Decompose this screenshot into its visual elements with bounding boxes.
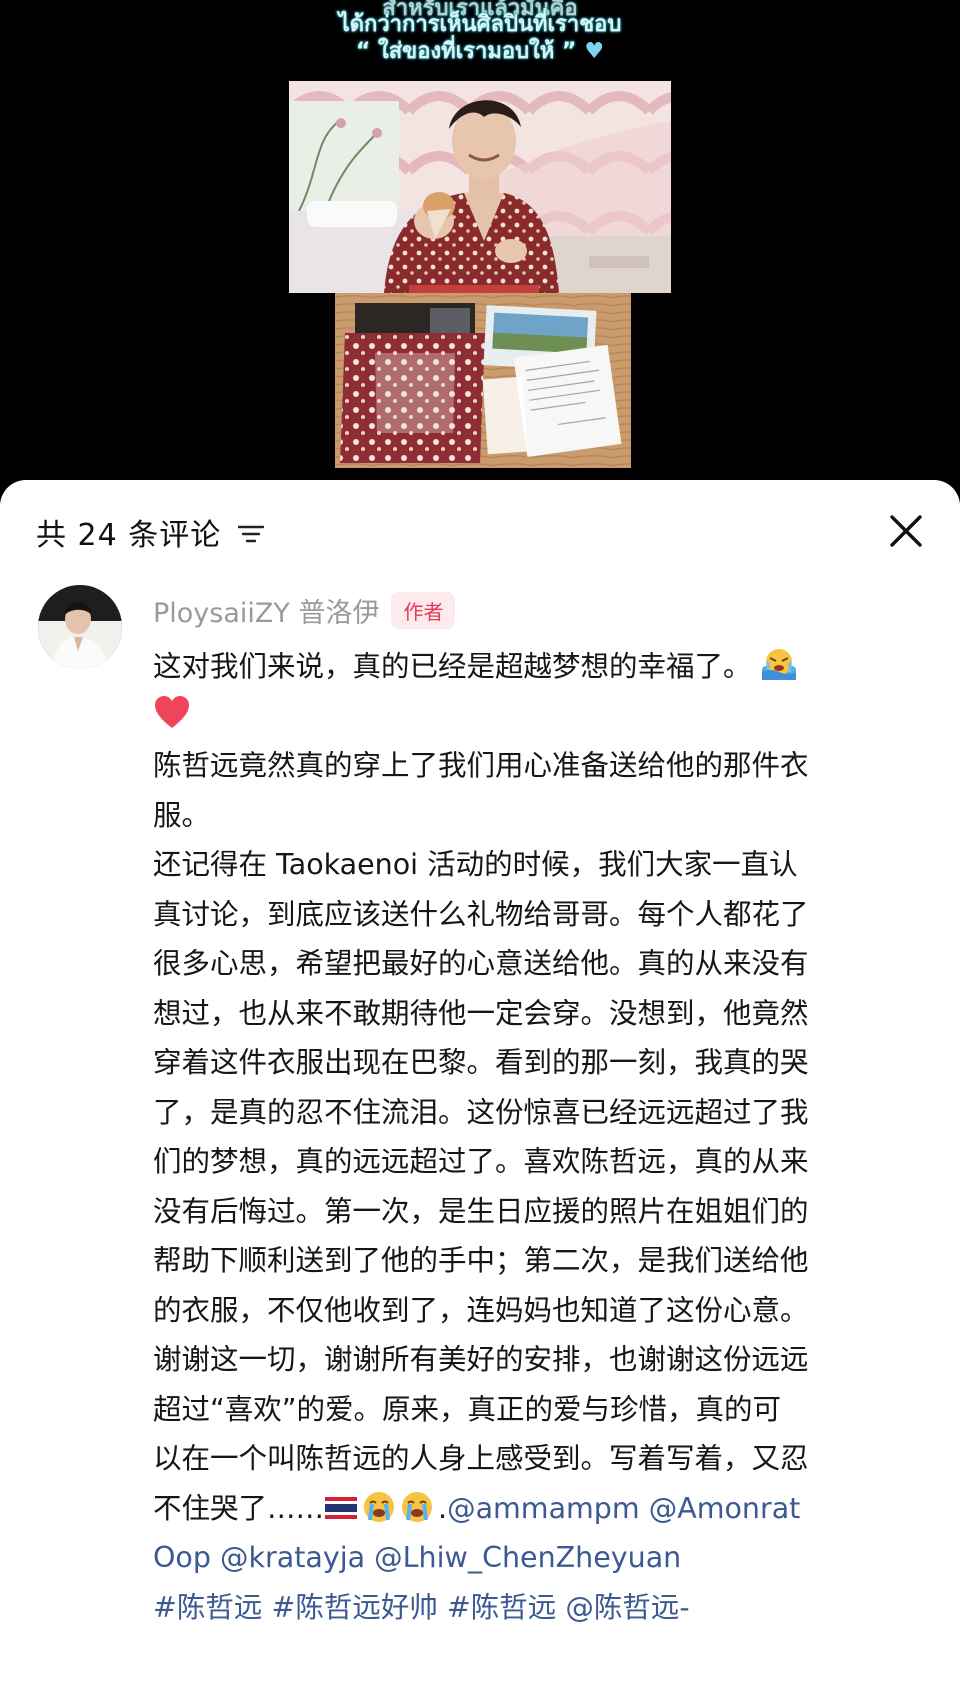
comment-count-label: 共 24 条评论 xyxy=(36,518,222,553)
comment-line-8: 想过，也从来不敢期待他一定会穿。没想到，他竟然 xyxy=(153,996,809,1030)
mention-separator: . xyxy=(438,1491,448,1525)
comment-line-7: 很多心思，希望把最好的心意送给他。真的从来没有 xyxy=(153,947,809,980)
comment-line-14: 的衣服，不仅他收到了，连妈妈也知道了这份心意。 xyxy=(153,1293,809,1327)
comment-line-17: 以在一个叫陈哲远的人身上感受到。写着写着，又忍 xyxy=(153,1442,809,1475)
hashtag-chenzheyuan-handsome[interactable]: #陈哲远好帅 xyxy=(271,1591,437,1624)
sort-icon[interactable] xyxy=(238,524,264,544)
mention-chenzheyuan[interactable]: @陈哲远- xyxy=(565,1591,689,1624)
comments-header: 共 24 条评论 xyxy=(0,480,960,580)
video-caption-line-2-text: “ ใส่ของที่เรามอบให้ ” xyxy=(355,39,577,64)
loudly-crying-face-emoji xyxy=(402,1491,433,1522)
comment-line-20: #陈哲远 #陈哲远好帅 #陈哲远 @陈哲远- xyxy=(153,1583,933,1633)
red-heart-emoji xyxy=(155,695,189,728)
avatar-image xyxy=(38,585,122,669)
comment-line-9: 穿着这件衣服出现在巴黎。看到的那一刻，我真的哭 xyxy=(153,1046,809,1079)
comments-panel: 共 24 条评论 PloysaiiZY 普洛伊 作者 这对我们来说，真的已经是超… xyxy=(0,480,960,1707)
video-caption-line-2: “ ใส่ของที่เรามอบให้ ” ♥ xyxy=(0,33,960,68)
video-photo-man-with-bread xyxy=(289,81,671,293)
comment-line-5: 还记得在 Taokaenoi 活动的时候，我们大家一直认 xyxy=(153,848,798,881)
crying-in-water-emoji xyxy=(761,649,796,680)
comment-line-13: 帮助下顺利送到了他的手中；第二次，是我们送给他 xyxy=(153,1244,809,1277)
thailand-flag-emoji xyxy=(325,1496,358,1519)
comment-line-16: 超过“喜欢”的爱。原来，真正的爱与珍惜，真的可 xyxy=(153,1392,782,1426)
comment-line-2 xyxy=(153,692,933,742)
comment-author-row: PloysaiiZY 普洛伊 作者 xyxy=(153,590,456,630)
author-badge: 作者 xyxy=(391,591,456,629)
photo-gifts-illustration xyxy=(335,293,631,468)
comment-line-6: 真讨论，到底应该送什么礼物给哥哥。每个人都花了 xyxy=(153,897,809,931)
close-icon[interactable] xyxy=(885,510,927,552)
comment-line-11: 们的梦想，真的远远超过了。喜欢陈哲远，真的从来 xyxy=(153,1145,809,1178)
comment-body: 这对我们来说，真的已经是超越梦想的幸福了。 陈哲远竟然真的穿上了我们用心准备送给… xyxy=(153,642,933,1632)
hashtag-chenzheyuan[interactable]: #陈哲远 xyxy=(153,1591,262,1624)
comment-line-4: 服。 xyxy=(153,798,211,832)
hashtag-chenzheyuan-2[interactable]: #陈哲远 xyxy=(447,1591,556,1624)
comment-line-18-text: 不住哭了…… xyxy=(153,1491,325,1525)
video-player[interactable]: สำหรับเราแล้วมันคือ ได้กว่าการเห็นศิลปิน… xyxy=(0,0,960,490)
loudly-crying-face-emoji xyxy=(364,1491,395,1522)
mention-amonrat-oop-cont[interactable]: Oop xyxy=(153,1541,211,1574)
comment-author-name[interactable]: PloysaiiZY 普洛伊 xyxy=(153,591,379,630)
video-photo-gift-items xyxy=(335,293,631,468)
comment-line-10: 了，是真的忍不住流泪。这份惊喜已经远远超过了我 xyxy=(153,1095,809,1129)
screen: สำหรับเราแล้วมันคือ ได้กว่าการเห็นศิลปิน… xyxy=(0,0,960,1707)
comment-line-18: 不住哭了…… .@ammampm @Amonrat xyxy=(153,1484,933,1534)
light-blue-heart-icon: ♥ xyxy=(584,39,605,64)
comment-line-3: 陈哲远竟然真的穿上了我们用心准备送给他的那件衣 xyxy=(153,749,809,782)
mention-lhiw-chenzheyuan[interactable]: @Lhiw_ChenZheyuan xyxy=(374,1541,681,1574)
comment-line-19: Oop @kratayja @Lhiw_ChenZheyuan xyxy=(153,1533,933,1583)
comment-line-12: 没有后悔过。第一次，是生日应援的照片在姐姐们的 xyxy=(153,1194,809,1228)
comment-line-1-text: 这对我们来说，真的已经是超越梦想的幸福了。 xyxy=(153,650,752,683)
mention-ammampm[interactable]: @ammampm xyxy=(447,1492,640,1525)
author-avatar[interactable] xyxy=(38,585,122,669)
comment-line-15: 谢谢这一切，谢谢所有美好的安排，也谢谢这份远远 xyxy=(153,1343,809,1376)
mention-amonrat-oop[interactable]: @Amonrat xyxy=(649,1492,801,1525)
mention-kratayja[interactable]: @kratayja xyxy=(220,1541,365,1574)
photo-man-illustration xyxy=(289,81,671,293)
comment-line-1: 这对我们来说，真的已经是超越梦想的幸福了。 xyxy=(153,642,933,692)
